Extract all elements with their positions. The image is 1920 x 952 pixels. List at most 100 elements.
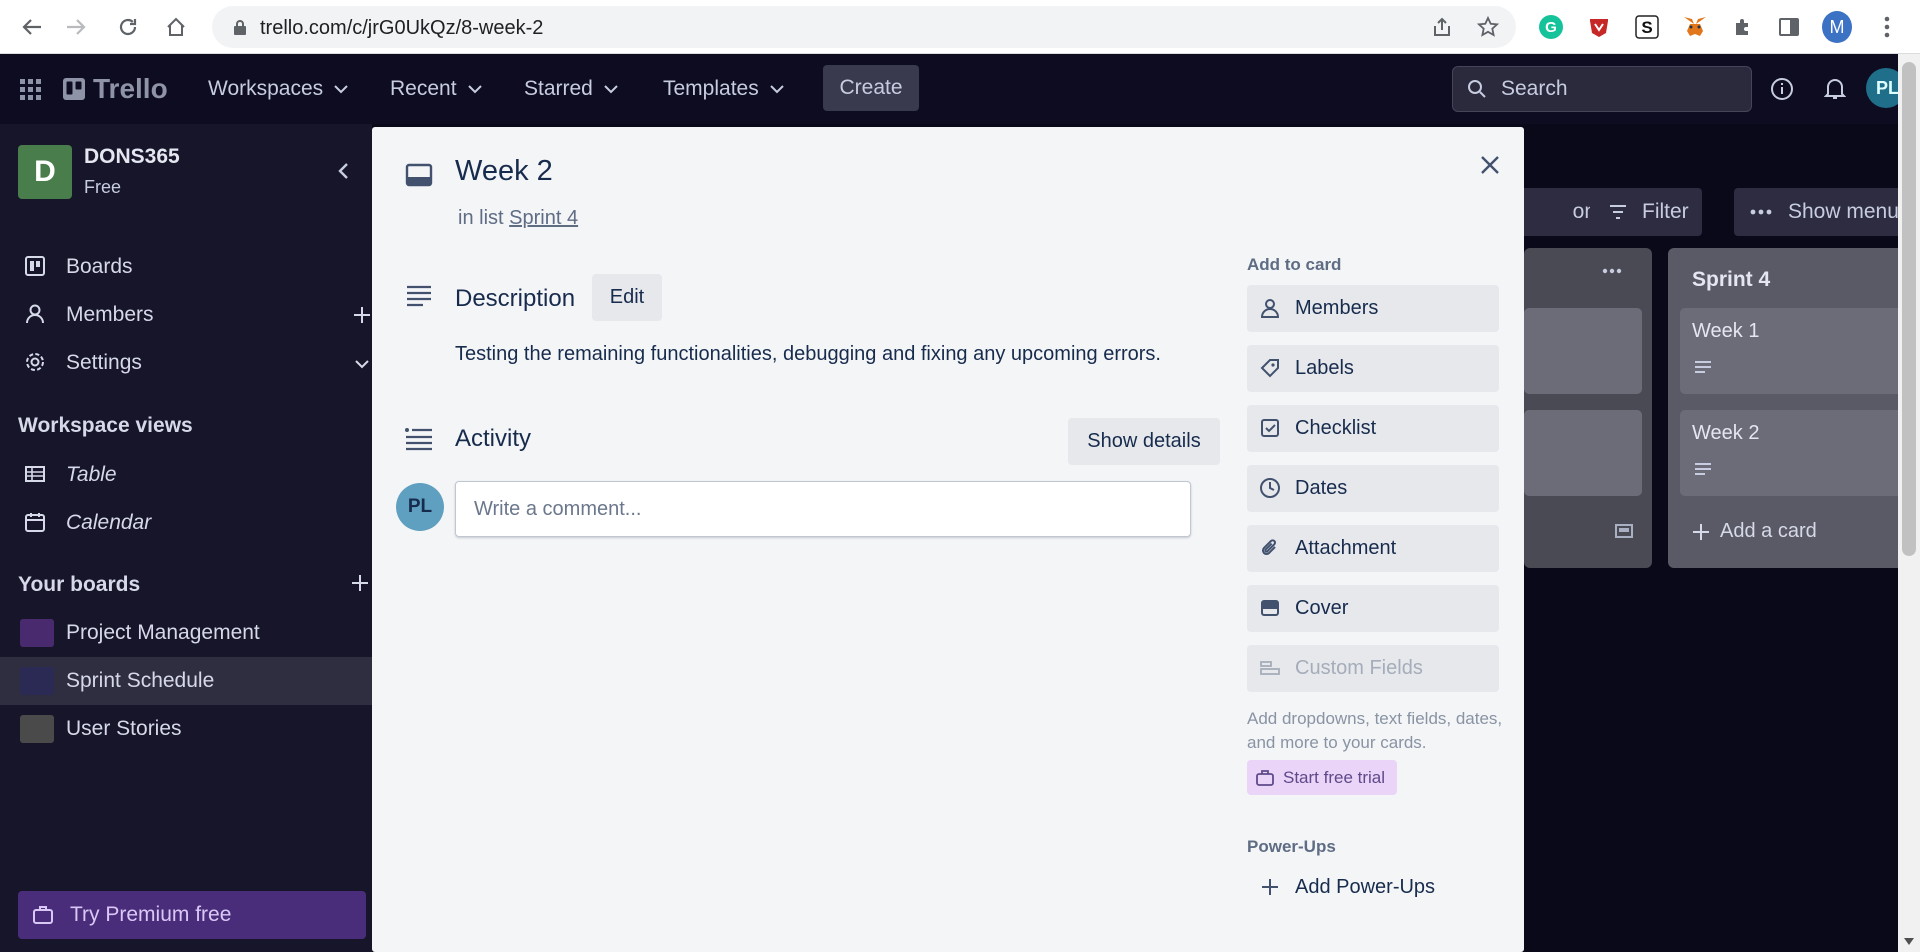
chevron-down-icon[interactable] bbox=[354, 359, 370, 369]
list-sprint-4: Sprint 4 Week 1 Week 2 Add a card bbox=[1668, 248, 1898, 568]
browser-menu-icon[interactable] bbox=[1872, 12, 1902, 42]
add-board-plus-icon[interactable] bbox=[350, 573, 370, 593]
address-bar[interactable]: trello.com/c/jrG0UkQz/8-week-2 bbox=[212, 6, 1516, 48]
start-free-trial-button[interactable]: Start free trial bbox=[1247, 760, 1397, 795]
try-premium-button[interactable]: Try Premium free bbox=[18, 891, 366, 939]
list-card[interactable]: Week 2 bbox=[1680, 410, 1898, 496]
dates-label: Dates bbox=[1295, 477, 1348, 499]
card-title: Week 2 bbox=[1692, 422, 1760, 444]
sidebar-item-label: Boards bbox=[66, 255, 133, 278]
custom-fields-button[interactable]: Custom Fields bbox=[1247, 645, 1499, 692]
list-card[interactable] bbox=[1524, 410, 1642, 496]
edit-description-button[interactable]: Edit bbox=[592, 274, 662, 321]
shield-extension-icon[interactable] bbox=[1584, 12, 1614, 42]
clock-icon bbox=[1260, 478, 1280, 498]
checklist-icon bbox=[1261, 419, 1279, 437]
dates-button[interactable]: Dates bbox=[1247, 465, 1499, 512]
puzzle-icon[interactable] bbox=[1728, 12, 1758, 42]
custom-fields-icon bbox=[1260, 661, 1280, 675]
attachment-button[interactable]: Attachment bbox=[1247, 525, 1499, 572]
gear-icon bbox=[26, 353, 44, 371]
search-input[interactable]: Search bbox=[1452, 66, 1752, 112]
workspace-views-title: Workspace views bbox=[18, 414, 193, 437]
commenter-avatar[interactable]: PL bbox=[396, 483, 444, 531]
trello-logo[interactable]: Trello bbox=[62, 54, 168, 124]
custom-fields-label: Custom Fields bbox=[1295, 657, 1423, 679]
search-icon bbox=[1468, 80, 1486, 98]
workspace-name[interactable]: DONS365 bbox=[84, 145, 180, 169]
try-premium-label: Try Premium free bbox=[70, 903, 232, 926]
description-text[interactable]: Testing the remaining functionalities, d… bbox=[455, 343, 1161, 366]
add-member-plus-icon[interactable] bbox=[352, 305, 372, 325]
sidebar-board-user-stories[interactable]: User Stories bbox=[0, 705, 372, 753]
list-card[interactable]: Week 1 bbox=[1680, 308, 1898, 394]
start-free-trial-label: Start free trial bbox=[1283, 767, 1386, 787]
list-more-dots-icon[interactable] bbox=[1602, 268, 1622, 274]
scrollbar-thumb[interactable] bbox=[1902, 62, 1916, 556]
comment-input[interactable]: Write a comment... bbox=[455, 481, 1191, 537]
grammarly-icon[interactable]: G bbox=[1536, 12, 1566, 42]
list-title[interactable]: Sprint 4 bbox=[1692, 268, 1770, 292]
show-details-button[interactable]: Show details bbox=[1068, 418, 1220, 465]
cover-icon bbox=[1261, 600, 1279, 616]
sidebar-view-table[interactable]: Table bbox=[0, 451, 372, 499]
filter-icon bbox=[1610, 205, 1626, 219]
labels-button[interactable]: Labels bbox=[1247, 345, 1499, 392]
checklist-button[interactable]: Checklist bbox=[1247, 405, 1499, 452]
page-scrollbar[interactable] bbox=[1898, 54, 1920, 952]
add-to-card-title: Add to card bbox=[1247, 255, 1342, 274]
reload-button[interactable] bbox=[110, 9, 146, 45]
profile-avatar[interactable]: M bbox=[1822, 11, 1852, 43]
app-switcher-icon[interactable] bbox=[18, 54, 42, 124]
sidebar-item-settings[interactable]: Settings bbox=[0, 339, 372, 387]
close-modal-button[interactable] bbox=[1472, 147, 1508, 183]
list-card[interactable] bbox=[1524, 308, 1642, 394]
scroll-down-arrow-icon[interactable] bbox=[1904, 938, 1914, 946]
info-icon[interactable] bbox=[1770, 54, 1794, 124]
sidepanel-icon[interactable] bbox=[1774, 12, 1804, 42]
metamask-icon[interactable] bbox=[1680, 12, 1710, 42]
list-partial bbox=[1524, 248, 1652, 568]
sidebar-board-project-management[interactable]: Project Management bbox=[0, 609, 372, 657]
chevron-down-icon bbox=[770, 85, 784, 94]
add-power-ups-button[interactable]: Add Power-Ups bbox=[1247, 864, 1499, 910]
sidebar-item-members[interactable]: Members bbox=[0, 291, 372, 339]
nav-starred[interactable]: Starred bbox=[524, 54, 619, 124]
person-icon bbox=[26, 304, 44, 324]
card-title[interactable]: Week 2 bbox=[455, 155, 553, 188]
home-button[interactable] bbox=[158, 9, 194, 45]
attachment-label: Attachment bbox=[1295, 537, 1397, 559]
sidebar-view-calendar[interactable]: Calendar bbox=[0, 499, 372, 547]
custom-fields-promo-text: Add dropdowns, text fields, dates, and m… bbox=[1247, 709, 1503, 752]
forward-button[interactable] bbox=[58, 9, 94, 45]
description-lines-icon bbox=[1695, 361, 1711, 373]
paperclip-icon bbox=[1261, 539, 1276, 556]
add-card-button[interactable]: Add a card bbox=[1692, 520, 1817, 543]
bookmark-star-icon[interactable] bbox=[1476, 15, 1500, 39]
create-button[interactable]: Create bbox=[823, 65, 919, 111]
cover-button[interactable]: Cover bbox=[1247, 585, 1499, 632]
notifications-bell-icon[interactable] bbox=[1824, 54, 1846, 124]
sidebar-item-boards[interactable]: Boards bbox=[0, 243, 372, 291]
sidebar-board-sprint-schedule[interactable]: Sprint Schedule bbox=[0, 657, 372, 705]
nav-workspaces[interactable]: Workspaces bbox=[208, 54, 349, 124]
filter-button[interactable]: Filter bbox=[1590, 188, 1702, 236]
s-extension-icon[interactable]: S bbox=[1632, 12, 1662, 42]
profile-initial: M bbox=[1822, 11, 1852, 43]
table-icon bbox=[25, 466, 45, 482]
cover-label: Cover bbox=[1295, 597, 1349, 619]
show-menu-button[interactable]: Show menu bbox=[1734, 188, 1898, 236]
members-button[interactable]: Members bbox=[1247, 285, 1499, 332]
card-template-icon[interactable] bbox=[1614, 522, 1634, 540]
person-icon bbox=[1260, 299, 1280, 318]
share-icon[interactable] bbox=[1430, 15, 1454, 39]
list-link[interactable]: Sprint 4 bbox=[509, 207, 578, 229]
board-thumbnail bbox=[20, 667, 54, 695]
back-button[interactable] bbox=[14, 9, 50, 45]
lock-icon[interactable] bbox=[228, 15, 252, 39]
nav-recent[interactable]: Recent bbox=[390, 54, 483, 124]
collapse-sidebar-icon[interactable] bbox=[336, 162, 350, 180]
nav-templates[interactable]: Templates bbox=[663, 54, 785, 124]
board-icon bbox=[25, 256, 45, 276]
svg-text:G: G bbox=[1545, 19, 1557, 36]
